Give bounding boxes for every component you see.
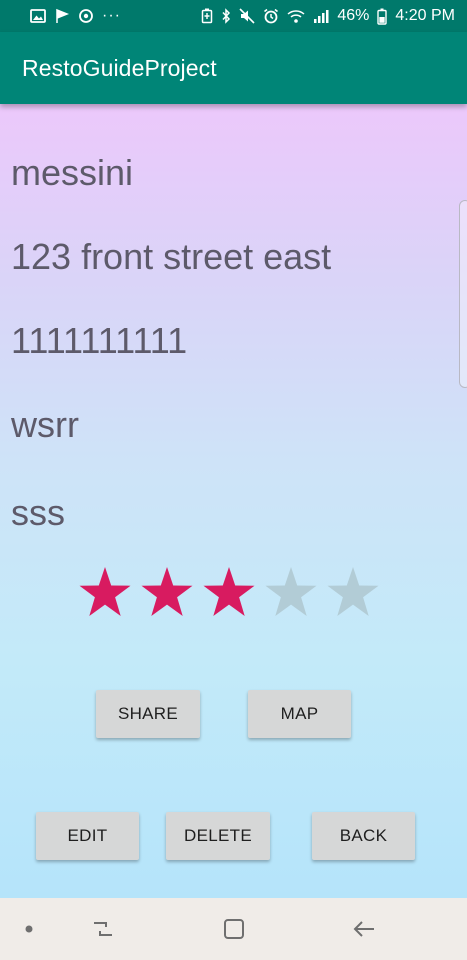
- star-filled-icon[interactable]: [139, 565, 195, 621]
- signal-icon: [313, 8, 329, 24]
- flag-icon: [54, 8, 70, 24]
- dot-icon[interactable]: [25, 925, 33, 933]
- back-button[interactable]: BACK: [312, 812, 415, 860]
- navigation-bar: [0, 898, 467, 960]
- wifi-icon: [287, 8, 305, 24]
- back-arrow-icon[interactable]: [352, 919, 376, 939]
- battery-saver-icon: [201, 8, 213, 24]
- scroll-handle[interactable]: [459, 200, 467, 388]
- star-empty-icon[interactable]: [263, 565, 319, 621]
- rating-bar[interactable]: [77, 565, 381, 621]
- star-filled-icon[interactable]: [77, 565, 133, 621]
- battery-icon: [377, 8, 388, 25]
- clock: 4:20 PM: [395, 7, 455, 24]
- restaurant-phone: 1111111111: [11, 320, 188, 361]
- delete-button[interactable]: DELETE: [166, 812, 270, 860]
- status-right-group: 46% 4:20 PM: [201, 7, 455, 25]
- restaurant-tags: wsrr: [11, 404, 79, 445]
- app-bar: RestoGuideProject: [0, 32, 467, 104]
- restaurant-detail-content: messini 123 front street east 1111111111…: [0, 104, 467, 898]
- restaurant-description: sss: [11, 492, 65, 533]
- star-filled-icon[interactable]: [201, 565, 257, 621]
- edit-button[interactable]: EDIT: [36, 812, 139, 860]
- restaurant-address: 123 front street east: [11, 236, 332, 277]
- recent-apps-icon[interactable]: [91, 919, 115, 939]
- sync-icon: [78, 8, 94, 24]
- star-empty-icon[interactable]: [325, 565, 381, 621]
- mute-icon: [239, 8, 255, 24]
- status-bar: ··· 46% 4:20 PM: [0, 0, 467, 32]
- alarm-icon: [263, 8, 279, 24]
- share-button[interactable]: SHARE: [96, 690, 200, 738]
- app-title: RestoGuideProject: [22, 54, 217, 81]
- battery-percent: 46%: [337, 7, 370, 24]
- bluetooth-icon: [221, 8, 231, 24]
- map-button[interactable]: MAP: [248, 690, 351, 738]
- home-icon[interactable]: [223, 918, 245, 940]
- image-icon: [30, 8, 46, 24]
- more-dots-icon: ···: [102, 7, 121, 24]
- restaurant-name: messini: [11, 152, 134, 193]
- status-left-group: ···: [30, 7, 121, 24]
